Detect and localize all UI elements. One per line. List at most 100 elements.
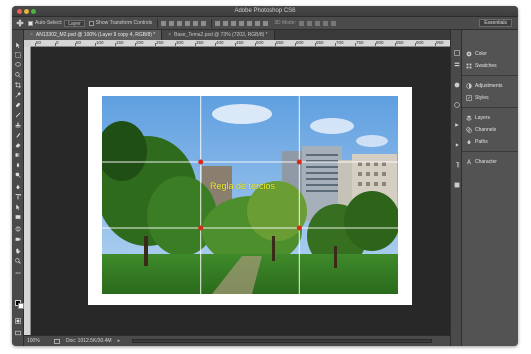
vertical-ruler[interactable] xyxy=(24,47,31,335)
3d-camera-tool-icon[interactable] xyxy=(15,236,21,242)
slide-3d-icon[interactable] xyxy=(322,20,328,26)
horizontal-scrollbar[interactable] xyxy=(132,339,433,343)
app-title: Adobe Photoshop CS6 xyxy=(234,8,296,14)
ruler-number: 700 xyxy=(336,40,344,45)
close-tab-icon[interactable]: × xyxy=(30,32,33,38)
panel-label: Styles xyxy=(475,95,489,101)
options-separator xyxy=(157,18,159,28)
ruler-number: 550 xyxy=(276,40,284,45)
ruler-tick xyxy=(335,43,336,46)
document-canvas[interactable]: Regla de tercios xyxy=(88,87,412,305)
panel-paths[interactable]: Paths xyxy=(466,137,488,147)
ruler-origin[interactable] xyxy=(24,40,31,47)
close-tab-icon[interactable]: × xyxy=(168,32,171,38)
move-tool-icon[interactable] xyxy=(15,42,21,48)
brush-tool-icon[interactable] xyxy=(15,112,21,118)
panel-channels[interactable]: Channels xyxy=(466,125,496,135)
move-tool-options-icon[interactable] xyxy=(16,19,24,27)
paragraph-icon[interactable] xyxy=(454,162,460,168)
roll-3d-icon[interactable] xyxy=(306,20,312,26)
auto-select-check-icon xyxy=(28,20,33,26)
collapsed-panel-dock xyxy=(450,30,462,346)
panel-layers[interactable]: Layers xyxy=(466,113,490,123)
status-menu-arrow-icon[interactable]: ▸ xyxy=(118,338,121,344)
actions-icon[interactable] xyxy=(454,142,460,148)
crop-tool-icon[interactable] xyxy=(15,82,21,88)
show-transform-checkbox[interactable]: Show Transform Controls xyxy=(88,20,153,26)
canvas-workspace[interactable]: Regla de tercios xyxy=(31,47,450,335)
document-tab-bar: × AN13302_M2.psd @ 100% (Layer 9 copy 4, … xyxy=(24,30,450,40)
panel-label: Swatches xyxy=(475,63,497,69)
tool-presets-icon[interactable] xyxy=(454,182,460,188)
3d-rotate-tool-icon[interactable] xyxy=(15,226,21,232)
ruler-tick xyxy=(135,43,136,46)
distribute-right-icon[interactable] xyxy=(255,20,261,26)
clone-stamp-tool-icon[interactable] xyxy=(15,122,21,128)
horizontal-ruler[interactable]: 50 0 50 100 150 200 250 300 350 400 450 500 550 600 65… xyxy=(31,40,450,47)
title-bar: Adobe Photoshop CS6 xyxy=(12,6,518,17)
blur-tool-icon[interactable] xyxy=(15,162,21,168)
ruler-tick xyxy=(35,43,36,46)
align-bottom-icon[interactable] xyxy=(177,20,183,26)
lasso-tool-icon[interactable] xyxy=(15,62,21,68)
auto-select-checkbox[interactable]: Auto-Select: Layer xyxy=(28,19,85,27)
history-icon[interactable] xyxy=(454,50,460,56)
eraser-tool-icon[interactable] xyxy=(15,142,21,148)
distribute-bottom-icon[interactable] xyxy=(231,20,237,26)
panel-adjustments[interactable]: Adjustments xyxy=(466,81,503,91)
distribute-top-icon[interactable] xyxy=(215,20,221,26)
photo-layer[interactable]: Regla de tercios xyxy=(102,96,398,294)
rotate-3d-icon[interactable] xyxy=(298,20,304,26)
ruler-tick xyxy=(295,43,296,46)
hand-tool-icon[interactable] xyxy=(15,248,21,254)
align-middle-icon[interactable] xyxy=(169,20,175,26)
type-tool-icon[interactable] xyxy=(15,194,21,200)
auto-select-dropdown[interactable]: Layer xyxy=(64,19,85,27)
proof-setup-icon[interactable] xyxy=(54,338,60,344)
panel-divider xyxy=(462,151,518,152)
eyedropper-tool-icon[interactable] xyxy=(15,92,21,98)
path-selection-tool-icon[interactable] xyxy=(15,204,21,210)
panel-styles[interactable]: Styles xyxy=(466,93,489,103)
toolbox xyxy=(12,30,24,346)
scale-3d-icon[interactable] xyxy=(330,20,336,26)
distribute-middle-icon[interactable] xyxy=(223,20,229,26)
align-center-icon[interactable] xyxy=(193,20,199,26)
panel-divider xyxy=(462,75,518,76)
gradient-tool-icon[interactable] xyxy=(15,152,21,158)
pen-tool-icon[interactable] xyxy=(15,184,21,190)
show-transform-label: Show Transform Controls xyxy=(95,20,153,26)
brush-presets-icon[interactable] xyxy=(454,82,460,88)
zoom-level[interactable]: 100% xyxy=(27,338,51,344)
align-left-icon[interactable] xyxy=(185,20,191,26)
panel-color[interactable]: Color xyxy=(466,49,487,59)
screen-mode-icon[interactable] xyxy=(15,330,21,336)
ruler-tick xyxy=(315,43,316,46)
properties-icon[interactable] xyxy=(454,62,460,68)
more-tools-icon[interactable] xyxy=(15,270,21,276)
ruler-tick xyxy=(195,43,196,46)
panel-character[interactable]: Character xyxy=(466,157,497,167)
rectangle-tool-icon[interactable] xyxy=(15,214,21,220)
distribute-left-icon[interactable] xyxy=(239,20,245,26)
healing-brush-tool-icon[interactable] xyxy=(15,102,21,108)
zoom-tool-icon[interactable] xyxy=(15,258,21,264)
tab-an13302[interactable]: × AN13302_M2.psd @ 100% (Layer 9 copy 4, … xyxy=(24,30,163,40)
auto-align-icon[interactable] xyxy=(263,20,269,26)
ruler-number: 350 xyxy=(196,40,204,45)
align-right-icon[interactable] xyxy=(201,20,207,26)
navigator-icon[interactable] xyxy=(454,122,460,128)
info-icon[interactable] xyxy=(454,102,460,108)
marquee-tool-icon[interactable] xyxy=(15,52,21,58)
quick-mask-icon[interactable] xyxy=(15,318,21,324)
distribute-center-icon[interactable] xyxy=(247,20,253,26)
workspace-switcher[interactable]: Essentials xyxy=(479,19,512,27)
ruler-number: 250 xyxy=(156,40,164,45)
align-top-icon[interactable] xyxy=(161,20,167,26)
panel-swatches[interactable]: Swatches xyxy=(466,61,497,71)
drag-3d-icon[interactable] xyxy=(314,20,320,26)
quick-selection-tool-icon[interactable] xyxy=(15,72,21,78)
dodge-tool-icon[interactable] xyxy=(15,172,21,178)
tab-base-tema2[interactable]: × Base_Tema2.psd @ 73% (7203, RGB/8) * xyxy=(162,30,275,40)
history-brush-tool-icon[interactable] xyxy=(15,132,21,138)
